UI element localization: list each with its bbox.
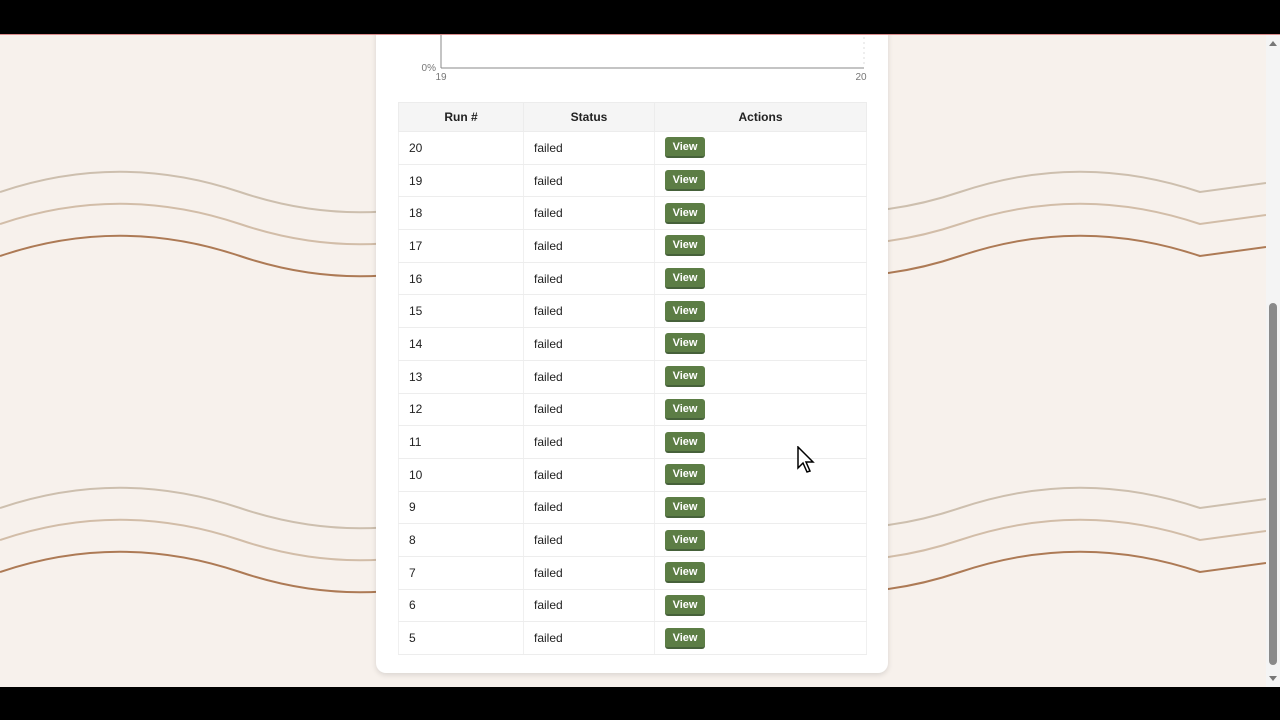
run-number-cell: 14	[398, 327, 524, 361]
scroll-up-arrow-icon[interactable]	[1268, 39, 1278, 49]
actions-cell: View	[654, 589, 867, 623]
view-run-button[interactable]: View	[665, 529, 705, 551]
status-cell: failed	[523, 262, 655, 296]
view-run-button[interactable]: View	[665, 431, 705, 453]
runs-card: 0% 19 20 Run # Status Actions 20 failed Vi…	[376, 35, 888, 673]
table-row: 18 failed View	[398, 196, 867, 231]
run-number-cell: 7	[398, 556, 524, 590]
actions-cell: View	[654, 491, 867, 525]
page-viewport: 0% 19 20 Run # Status Actions 20 failed Vi…	[0, 34, 1280, 687]
header-status: Status	[523, 102, 655, 132]
actions-cell: View	[654, 262, 867, 296]
run-number-cell: 11	[398, 425, 524, 459]
actions-cell: View	[654, 556, 867, 590]
table-row: 9 failed View	[398, 491, 867, 525]
run-number-cell: 12	[398, 393, 524, 427]
view-run-button[interactable]: View	[665, 562, 705, 584]
scrollbar-thumb[interactable]	[1269, 303, 1277, 665]
scroll-down-arrow-icon[interactable]	[1268, 673, 1278, 683]
view-run-button[interactable]: View	[665, 464, 705, 486]
status-cell: failed	[523, 425, 655, 459]
table-row: 12 failed View	[398, 393, 867, 427]
view-run-button[interactable]: View	[665, 235, 705, 257]
actions-cell: View	[654, 131, 867, 165]
view-run-button[interactable]: View	[665, 300, 705, 322]
view-run-button[interactable]: View	[665, 268, 705, 290]
run-number-cell: 17	[398, 229, 524, 263]
run-number-cell: 18	[398, 196, 524, 231]
run-number-cell: 6	[398, 589, 524, 623]
actions-cell: View	[654, 425, 867, 459]
actions-cell: View	[654, 621, 867, 655]
actions-cell: View	[654, 327, 867, 361]
table-row: 16 failed View	[398, 262, 867, 296]
view-run-button[interactable]: View	[665, 398, 705, 420]
status-cell: failed	[523, 491, 655, 525]
view-run-button[interactable]: View	[665, 594, 705, 616]
runs-chart: 0% 19 20	[422, 35, 867, 83]
actions-cell: View	[654, 229, 867, 263]
run-number-cell: 8	[398, 523, 524, 557]
table-row: 15 failed View	[398, 294, 867, 329]
status-cell: failed	[523, 556, 655, 590]
view-run-button[interactable]: View	[665, 202, 705, 224]
table-row: 6 failed View	[398, 589, 867, 623]
run-number-cell: 16	[398, 262, 524, 296]
status-cell: failed	[523, 589, 655, 623]
vertical-scrollbar[interactable]	[1266, 35, 1280, 687]
run-number-cell: 5	[398, 621, 524, 655]
chart-y-tick-label: 0%	[422, 63, 437, 74]
table-row: 5 failed View	[398, 621, 867, 655]
table-row: 13 failed View	[398, 360, 867, 394]
run-number-cell: 10	[398, 458, 524, 492]
status-cell: failed	[523, 229, 655, 263]
actions-cell: View	[654, 360, 867, 394]
status-cell: failed	[523, 523, 655, 557]
run-number-cell: 9	[398, 491, 524, 525]
view-run-button[interactable]: View	[665, 137, 705, 159]
status-cell: failed	[523, 196, 655, 231]
view-run-button[interactable]: View	[665, 170, 705, 192]
table-row: 7 failed View	[398, 556, 867, 590]
view-run-button[interactable]: View	[665, 627, 705, 649]
status-cell: failed	[523, 131, 655, 165]
status-cell: failed	[523, 621, 655, 655]
status-cell: failed	[523, 360, 655, 394]
header-run-number: Run #	[398, 102, 524, 132]
actions-cell: View	[654, 393, 867, 427]
status-cell: failed	[523, 393, 655, 427]
mouse-pointer-icon	[797, 446, 815, 473]
table-row: 17 failed View	[398, 229, 867, 263]
view-run-button[interactable]: View	[665, 366, 705, 388]
run-number-cell: 15	[398, 294, 524, 329]
status-cell: failed	[523, 458, 655, 492]
actions-cell: View	[654, 164, 867, 198]
run-number-cell: 20	[398, 131, 524, 165]
status-cell: failed	[523, 164, 655, 198]
actions-cell: View	[654, 523, 867, 557]
actions-cell: View	[654, 294, 867, 329]
table-row: 14 failed View	[398, 327, 867, 361]
view-run-button[interactable]: View	[665, 333, 705, 355]
chart-x-tick-label-19: 19	[435, 72, 447, 83]
table-header-row: Run # Status Actions	[398, 102, 867, 132]
actions-cell: View	[654, 458, 867, 492]
run-number-cell: 13	[398, 360, 524, 394]
view-run-button[interactable]: View	[665, 496, 705, 518]
actions-cell: View	[654, 196, 867, 231]
status-cell: failed	[523, 294, 655, 329]
runs-table-body: 20 failed View 19 failed View 18 failed View 17 fa…	[398, 131, 867, 655]
table-row: 19 failed View	[398, 164, 867, 198]
chart-x-tick-label-20: 20	[855, 72, 867, 83]
table-row: 20 failed View	[398, 131, 867, 165]
runs-table: Run # Status Actions 20 failed View 19 faile…	[398, 102, 867, 655]
header-actions: Actions	[654, 102, 867, 132]
table-row: 8 failed View	[398, 523, 867, 557]
status-cell: failed	[523, 327, 655, 361]
run-number-cell: 19	[398, 164, 524, 198]
